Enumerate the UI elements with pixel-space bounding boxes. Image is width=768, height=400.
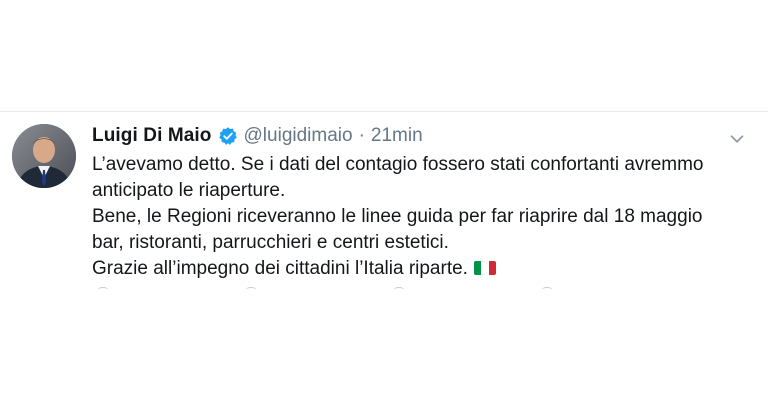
- author-display-name[interactable]: Luigi Di Maio: [92, 125, 212, 147]
- verified-badge-icon: [218, 127, 237, 145]
- author-handle[interactable]: @luigidimaio: [244, 125, 353, 147]
- page: Luigi Di Maio @luigidimaio · 21min L’ave…: [0, 0, 768, 400]
- tweet-text-final-sentence: Grazie all’impegno dei cittadini l’Itali…: [92, 258, 468, 279]
- like-icon[interactable]: [394, 287, 404, 292]
- reply-icon[interactable]: [98, 287, 108, 292]
- header-separator: ·: [358, 125, 365, 146]
- chevron-down-icon[interactable]: [726, 128, 748, 150]
- tweet-text-line: Bene, le Regioni riceveranno le linee gu…: [92, 206, 703, 227]
- italian-flag-icon: [473, 261, 496, 275]
- tweet-text-line: anticipato le riaperture.: [92, 180, 286, 201]
- tweet-text-line: L’avevamo detto. Se i dati del contagio …: [92, 154, 704, 175]
- share-icon[interactable]: [542, 287, 552, 292]
- retweet-icon[interactable]: [246, 287, 256, 292]
- tweet-actions-bar: [0, 287, 768, 295]
- tweet-text-line: bar, ristoranti, parrucchieri e centri e…: [92, 232, 449, 253]
- tweet-timestamp[interactable]: 21min: [371, 125, 423, 147]
- tweet-text-line-last: Grazie all’impegno dei cittadini l’Itali…: [92, 256, 742, 282]
- author-avatar[interactable]: [12, 124, 76, 188]
- profile-photo-icon: [12, 124, 76, 188]
- tweet-header: Luigi Di Maio @luigidimaio · 21min: [92, 124, 423, 148]
- tweet-card[interactable]: Luigi Di Maio @luigidimaio · 21min L’ave…: [0, 111, 768, 299]
- tweet-text: L’avevamo detto. Se i dati del contagio …: [92, 152, 742, 282]
